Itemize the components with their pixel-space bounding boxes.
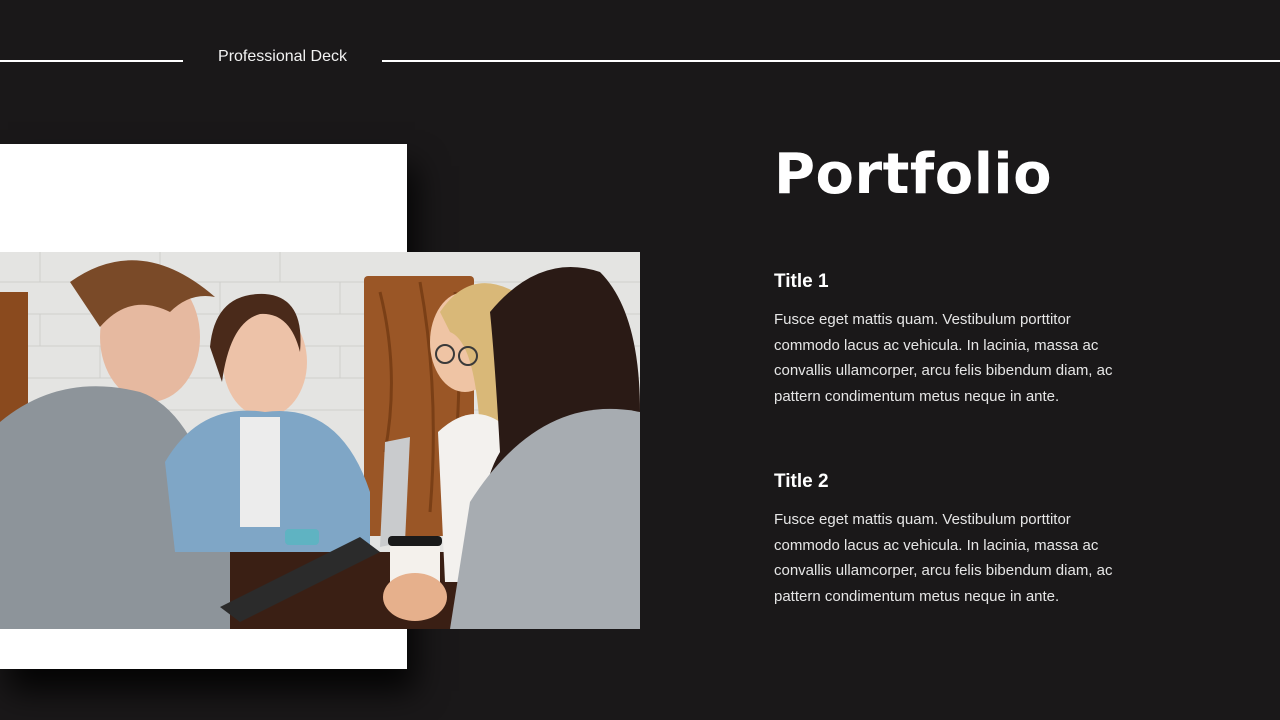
deck-label: Professional Deck [218,48,347,65]
laptop [380,437,410,547]
section-2-body: Fusce eget mattis quam. Vestibulum portt… [774,511,1113,605]
section-1-title: Title 1 [774,271,829,292]
coffee-cup-lid [388,536,442,546]
mug [285,529,319,545]
hand [383,573,447,621]
section-1-body: Fusce eget mattis quam. Vestibulum portt… [774,311,1113,405]
section-2-title: Title 2 [774,471,829,492]
section-2: Title 2 Fusce eget mattis quam. Vestibul… [774,471,1134,609]
slide: Professional Deck Portfolio Title 1 Fusc… [0,0,1280,720]
header-divider-left [0,60,183,62]
section-1: Title 1 Fusce eget mattis quam. Vestibul… [774,271,1134,409]
team-photo [0,252,640,629]
page-title: Portfolio [774,142,1053,207]
person-2-tshirt [240,417,280,527]
header-divider-right [382,60,1280,62]
team-photo-illustration [0,252,640,629]
